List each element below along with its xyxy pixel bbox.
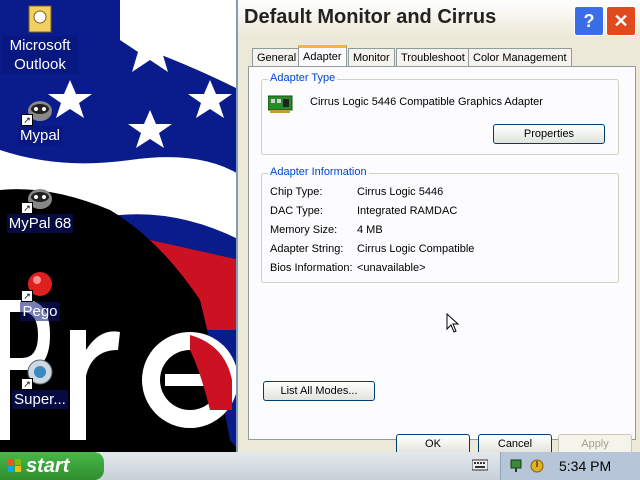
super-icon: ↗ [21,358,55,390]
start-label: start [26,455,70,477]
list-all-modes-button[interactable]: List All Modes... [263,381,375,401]
desktop-icon-super[interactable]: ↗ Super... [2,358,78,409]
adapter-tab-panel: Adapter Type Cirrus Logic 5446 Compatibl… [248,66,636,440]
desktop: Microsoft Outlook ↗ Mypal ↗ MyPal 68 ↗ P… [0,0,640,452]
ok-button[interactable]: OK [396,434,470,452]
info-key: Memory Size: [270,224,338,236]
dialog-title: Default Monitor and Cirrus [244,6,497,28]
shortcut-arrow-icon: ↗ [21,378,33,390]
mypal-icon: ↗ [21,94,55,126]
display-properties-dialog: Default Monitor and Cirrus ? ✕ General A… [236,0,640,452]
info-key: Adapter String: [270,243,344,255]
tab-general[interactable]: General [252,48,302,67]
graphics-adapter-icon [267,94,294,114]
help-button[interactable]: ? [574,6,604,36]
tab-troubleshoot[interactable]: Troubleshoot [396,48,470,67]
power-icon[interactable] [529,458,545,474]
close-button[interactable]: ✕ [606,6,636,36]
outlook-icon [25,4,55,34]
adapter-type-group: Adapter Type Cirrus Logic 5446 Compatibl… [261,72,619,155]
apply-button[interactable]: Apply [558,434,632,452]
windows-logo-icon [8,459,21,472]
info-key: Chip Type: [270,186,323,198]
cancel-button[interactable]: Cancel [478,434,552,452]
shortcut-arrow-icon: ↗ [21,290,33,302]
info-value: <unavailable> [357,262,426,274]
mypal-68-icon: ↗ [21,182,55,214]
taskbar-clock[interactable]: 5:34 PM [559,452,611,480]
desktop-icon-microsoft-outlook[interactable]: Microsoft Outlook [2,4,78,74]
keyboard-icon[interactable] [472,458,488,472]
desktop-icon-mypal-68[interactable]: ↗ MyPal 68 [2,182,78,233]
start-button[interactable]: start [0,452,104,480]
tab-color-management[interactable]: Color Management [468,48,572,67]
shortcut-arrow-icon: ↗ [21,114,33,126]
info-key: Bios Information: [270,262,353,274]
info-key: DAC Type: [270,205,323,217]
pego-icon: ↗ [21,270,55,302]
desktop-icon-pego[interactable]: ↗ Pego [2,270,78,321]
adapter-information-group-label: Adapter Information [268,166,369,178]
info-value: Integrated RAMDAC [357,205,458,217]
shortcut-arrow-icon: ↗ [21,202,33,214]
adapter-name: Cirrus Logic 5446 Compatible Graphics Ad… [310,96,543,108]
dialog-titlebar[interactable]: Default Monitor and Cirrus ? ✕ [238,0,640,36]
network-icon[interactable] [509,458,525,474]
tab-monitor[interactable]: Monitor [348,48,395,67]
properties-button[interactable]: Properties [493,124,605,144]
info-value: 4 MB [357,224,383,236]
adapter-information-group: Adapter Information Chip Type: Cirrus Lo… [261,166,619,283]
desktop-icon-label: Pego [20,302,60,321]
desktop-icon-label: Super... [12,390,68,409]
info-value: Cirrus Logic Compatible [357,243,475,255]
desktop-icon-label: MyPal 68 [6,214,74,233]
system-tray: 5:34 PM [500,452,640,480]
adapter-type-group-label: Adapter Type [268,72,338,84]
desktop-icon-mypal[interactable]: ↗ Mypal [2,94,78,145]
desktop-icon-label: Microsoft Outlook [2,36,78,74]
desktop-icon-label: Mypal [17,126,62,145]
info-value: Cirrus Logic 5446 [357,186,444,198]
mouse-pointer-icon [446,313,460,333]
taskbar: start 5:34 PM [0,452,640,480]
